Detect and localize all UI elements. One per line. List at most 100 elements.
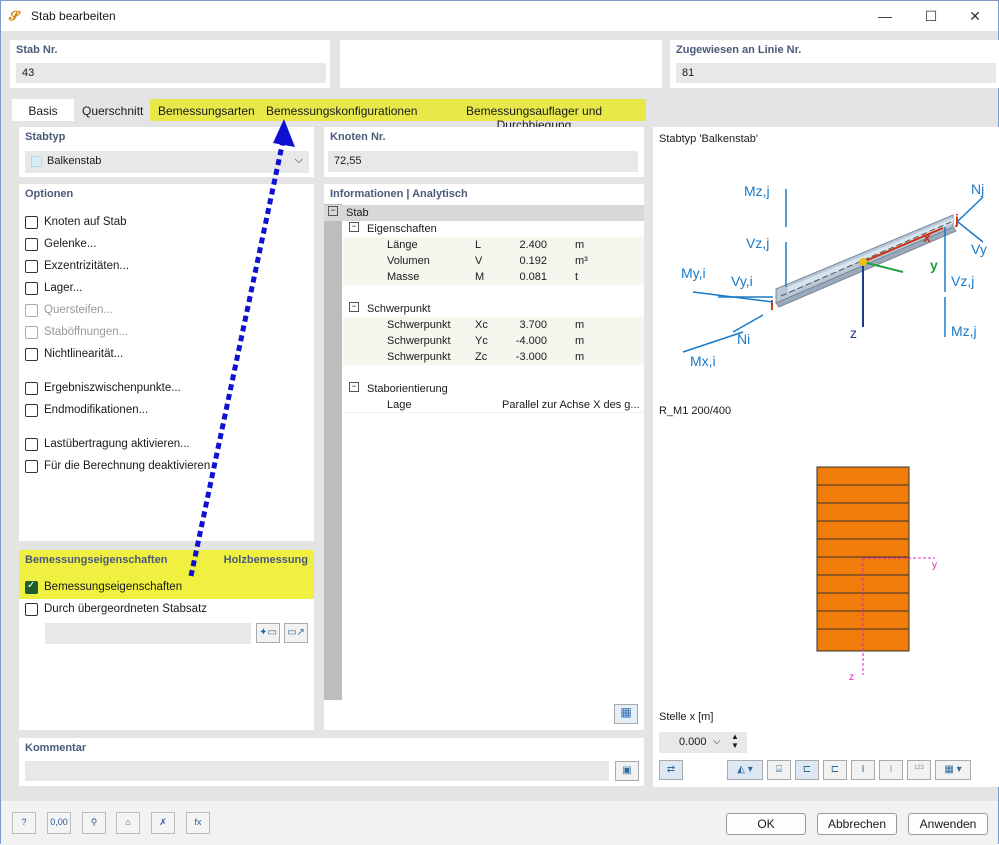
collapse-icon[interactable]: − [328,206,338,216]
option-checkbox[interactable] [25,382,38,395]
knoten-label: Knoten Nr. [330,131,386,143]
cell-sym: Xc [475,319,488,331]
tree-row-lage[interactable]: Lage Parallel zur Achse X des g... [343,397,644,413]
help-icon[interactable]: ? [12,812,36,834]
zugewiesen-label: Zugewiesen an Linie Nr. [676,44,802,56]
ibeam-icon[interactable]: I [851,760,875,780]
axis-icon[interactable]: ⊏ [795,760,819,780]
label-mzj: Mz,j [951,323,977,339]
property-row[interactable]: Länge L 2.400 m [343,237,644,253]
collapse-icon[interactable]: − [349,382,359,392]
section-y-label: y [932,560,937,571]
stelle-label: Stelle x [m] [659,711,714,723]
tab-querschnitt[interactable]: Querschnitt [74,99,150,121]
option-label: Knoten auf Stab [44,216,127,228]
option-checkbox[interactable] [25,460,38,473]
option-checkbox[interactable] [25,348,38,361]
tab-bemessungsarten[interactable]: Bemessungsarten [150,99,258,121]
cell-unit: m [575,335,585,347]
collapse-icon[interactable]: − [349,302,359,312]
ibeam-gray-icon[interactable]: I [879,760,903,780]
zugewiesen-panel: Zugewiesen an Linie Nr. 81 [670,40,999,88]
tree-gutter [324,204,342,700]
kommentar-label: Kommentar [25,742,87,754]
stabsatz-field[interactable] [45,623,251,644]
stab-nr-field[interactable]: 43 [16,63,326,83]
ok-button[interactable]: OK [726,813,806,835]
cell-name: Schwerpunkt [387,319,451,331]
tree-row-orientierung[interactable]: − Staborientierung [343,381,644,397]
option-label: Nichtlinearität... [44,348,124,360]
empty-panel [340,40,662,88]
table-export-icon[interactable]: ▦ [614,704,638,724]
option-checkbox[interactable] [25,404,38,417]
cell-unit: t [575,271,579,283]
cancel-button[interactable]: Abbrechen [817,813,897,835]
property-row[interactable]: Schwerpunkt Zc -3.000 m [343,349,644,365]
tab-basis[interactable]: Basis [12,99,74,121]
option-checkbox[interactable] [25,238,38,251]
bemessung-checkbox[interactable] [25,580,38,594]
cell-val: 0.192 [519,255,547,267]
option-label: Quersteifen... [44,304,114,316]
chevron-down-icon[interactable]: ⌵ [713,736,721,747]
spinner-arrows-icon[interactable]: ▲ ▼ [731,732,739,750]
tree-row-schwerpunkt[interactable]: − Schwerpunkt [343,301,644,317]
title-bar: 𝓢 Stab bearbeiten — ☐ ✕ [1,1,998,31]
tree-stab-label: Stab [346,207,369,219]
formula-icon[interactable]: fx [186,812,210,834]
app-icon: 𝓢 [9,8,20,23]
option-checkbox[interactable] [25,282,38,295]
option-label: Endmodifikationen... [44,404,149,416]
stabsatz-checkbox[interactable] [25,603,38,616]
maximize-button[interactable]: ☐ [908,1,954,31]
collapse-icon[interactable]: − [349,222,359,232]
label-i: i [770,297,774,313]
lage-value: Parallel zur Achse X des g... [502,399,640,411]
property-row[interactable]: Masse M 0.081 t [343,269,644,285]
option-checkbox[interactable] [25,216,38,229]
stab-nr-panel: Stab Nr. 43 [10,40,330,88]
stelle-spinbox[interactable]: 0.000 ⌵ ▲ ▼ [659,732,747,753]
label-x: x [923,229,931,245]
tab-bemessungsauflager[interactable]: Bemessungsauflager und Durchbiegung [422,99,646,132]
model-icon[interactable]: ⚲ [82,812,106,834]
tree-row-stab[interactable]: − Stab [324,205,644,221]
kommentar-field[interactable] [25,761,609,781]
option-checkbox[interactable] [25,438,38,451]
knoten-field[interactable]: 72,55 [328,151,638,172]
optionen-label: Optionen [25,188,74,200]
stabtyp-select[interactable]: Balkenstab ⌵ [25,151,309,173]
label-my: My,i [681,265,706,281]
numbering-icon[interactable]: ¹²³ [907,760,931,780]
units-icon[interactable]: 0,00 [47,812,71,834]
view-icon[interactable]: ⌂ [116,812,140,834]
property-row[interactable]: Schwerpunkt Xc 3.700 m [343,317,644,333]
stabtyp-value: Balkenstab [47,155,102,167]
property-row[interactable]: Volumen V 0.192 m³ [343,253,644,269]
tree-row-eigenschaften[interactable]: − Eigenschaften [343,221,644,237]
edit-stabsatz-icon[interactable]: ▭↗ [284,623,308,643]
minimize-button[interactable]: — [862,1,908,31]
option-checkbox [25,304,38,317]
bemessung-label: Bemessungseigenschaften [25,554,168,566]
new-stabsatz-icon[interactable]: ✦▭ [256,623,280,643]
kommentar-panel: Kommentar ▣ [19,738,644,786]
grid-dropdown[interactable]: ▦ ▾ [935,760,971,780]
property-row[interactable]: Schwerpunkt Yc -4.000 m [343,333,644,349]
close-button[interactable]: ✕ [952,1,998,31]
cell-name: Schwerpunkt [387,335,451,347]
apply-button[interactable]: Anwenden [908,813,988,835]
view-mode-dropdown[interactable]: ◭ ▾ [727,760,763,780]
stelle-value: 0.000 [679,736,707,748]
dimension-icon[interactable]: ⌸ [767,760,791,780]
cell-val: -4.000 [515,335,547,347]
cell-unit: m³ [575,255,588,267]
option-checkbox[interactable] [25,260,38,273]
swap-icon[interactable]: ⇄ [659,760,683,780]
zugewiesen-field[interactable]: 81 [676,63,996,83]
copy-icon[interactable]: ▣ [615,761,639,781]
tab-bemessungskonfigurationen[interactable]: Bemessungskonfigurationen [258,99,422,121]
delete-icon[interactable]: ✗ [151,812,175,834]
bracket-icon[interactable]: ⊏ [823,760,847,780]
